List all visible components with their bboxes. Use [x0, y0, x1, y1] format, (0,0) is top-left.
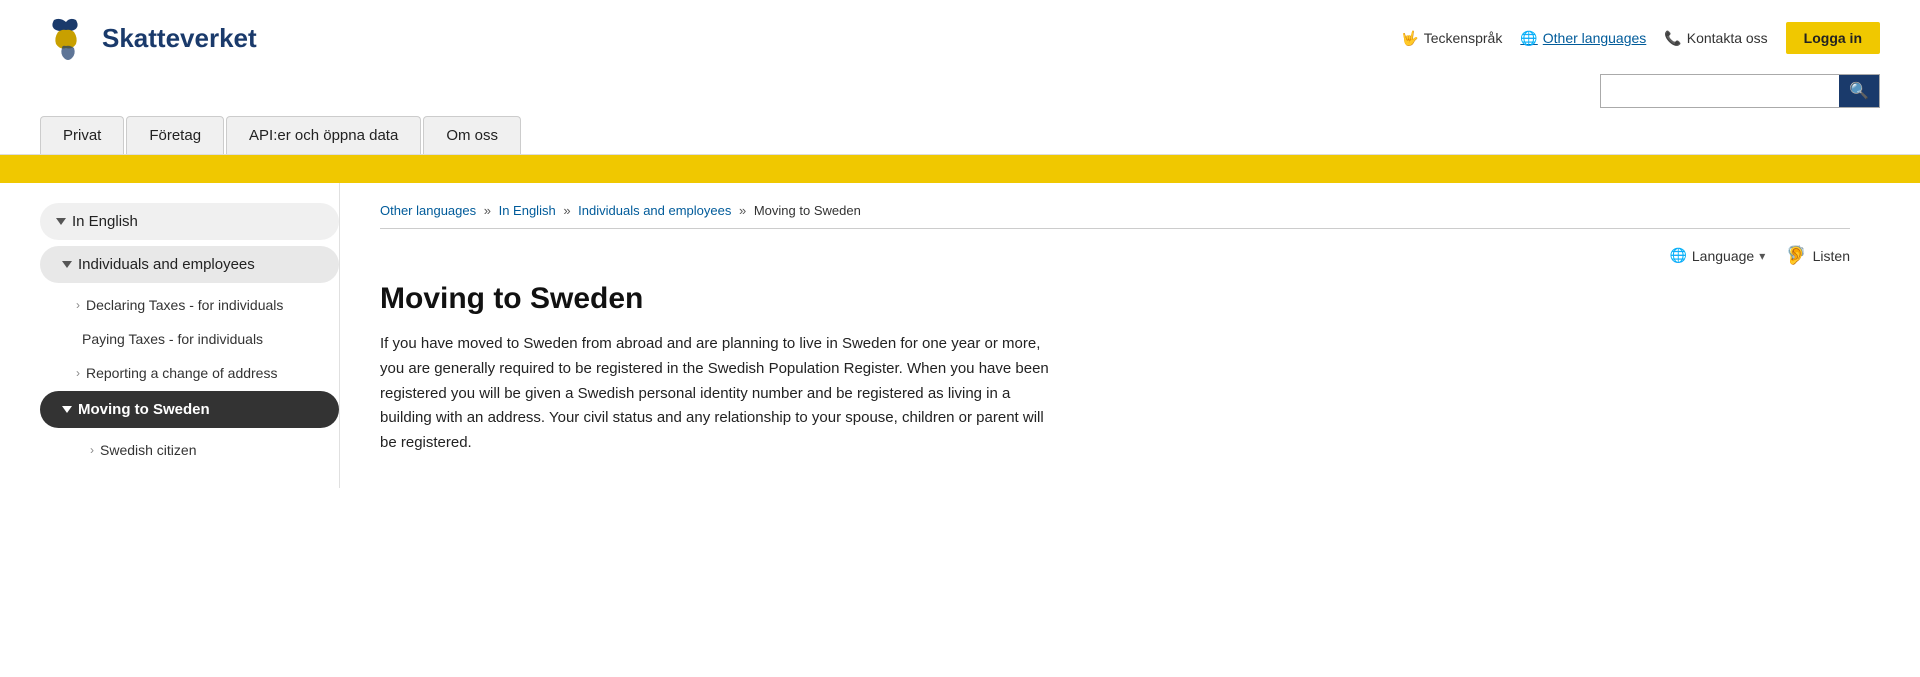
page-title: Moving to Sweden [380, 282, 1850, 316]
breadcrumb-separator: » [739, 203, 750, 218]
sidebar-subsection-label: Individuals and employees [78, 256, 255, 273]
listen-label: Listen [1813, 248, 1850, 264]
contact-label: Kontakta oss [1687, 30, 1768, 46]
sidebar-item-paying-taxes[interactable]: Paying Taxes - for individuals [40, 323, 339, 355]
nav-tab-api[interactable]: API:er och öppna data [226, 116, 421, 154]
sidebar: In English Individuals and employees › D… [40, 183, 340, 488]
other-languages-action[interactable]: 🌐 Other languages [1520, 30, 1646, 47]
search-bar: 🔍 [1600, 74, 1880, 108]
language-button[interactable]: 🌐 Language ▾ [1669, 247, 1765, 264]
yellow-banner [0, 155, 1920, 183]
header-top: Skatteverket 🤟 Teckenspråk 🌐 Other langu… [40, 12, 1880, 64]
logo-icon [40, 12, 92, 64]
globe-icon: 🌐 [1669, 247, 1686, 264]
other-languages-label: Other languages [1543, 30, 1647, 46]
globe-icon: 🌐 [1520, 30, 1537, 47]
expand-icon [56, 218, 66, 225]
nav-tab-omoss[interactable]: Om oss [423, 116, 521, 154]
nav-tab-privat[interactable]: Privat [40, 116, 124, 154]
expand-icon [62, 261, 72, 268]
chevron-right-icon: › [76, 366, 80, 380]
sidebar-item-reporting-address[interactable]: › Reporting a change of address [40, 357, 339, 389]
sidebar-item-in-english[interactable]: In English [40, 203, 339, 240]
sidebar-active-label: Moving to Sweden [78, 401, 210, 418]
sign-language-icon: 🤟 [1401, 30, 1418, 47]
listen-button[interactable]: 🦻 Listen [1785, 245, 1850, 266]
sidebar-leaf-label: Swedish citizen [100, 442, 197, 458]
breadcrumb: Other languages » In English » Individua… [380, 203, 1850, 229]
page-body: If you have moved to Sweden from abroad … [380, 332, 1060, 456]
sidebar-leaf-label: Declaring Taxes - for individuals [86, 297, 283, 313]
main-container: In English Individuals and employees › D… [0, 183, 1920, 488]
phone-icon: 📞 [1664, 30, 1681, 47]
search-input[interactable] [1601, 75, 1839, 107]
breadcrumb-current: Moving to Sweden [754, 203, 861, 218]
breadcrumb-individuals[interactable]: Individuals and employees [578, 203, 731, 218]
sign-language-action[interactable]: 🤟 Teckenspråk [1401, 30, 1502, 47]
sidebar-leaf-label: Paying Taxes - for individuals [82, 331, 263, 347]
chevron-right-icon: › [90, 443, 94, 457]
chevron-down-icon: ▾ [1759, 249, 1765, 263]
breadcrumb-separator: » [484, 203, 495, 218]
sidebar-item-swedish-citizen[interactable]: › Swedish citizen [40, 434, 339, 466]
content-tools: 🌐 Language ▾ 🦻 Listen [380, 245, 1850, 266]
breadcrumb-other-languages[interactable]: Other languages [380, 203, 476, 218]
login-button[interactable]: Logga in [1786, 22, 1880, 54]
search-bar-area: 🔍 [40, 74, 1880, 108]
header-actions: 🤟 Teckenspråk 🌐 Other languages 📞 Kontak… [1401, 22, 1880, 54]
sidebar-item-declaring-taxes[interactable]: › Declaring Taxes - for individuals [40, 289, 339, 321]
language-label: Language [1692, 248, 1754, 264]
nav-tab-foretag[interactable]: Företag [126, 116, 224, 154]
sidebar-item-individuals[interactable]: Individuals and employees [40, 246, 339, 283]
contact-action[interactable]: 📞 Kontakta oss [1664, 30, 1767, 47]
expand-icon [62, 406, 72, 413]
sign-language-label: Teckenspråk [1424, 30, 1503, 46]
search-button[interactable]: 🔍 [1839, 75, 1879, 107]
listen-icon: 🦻 [1785, 245, 1807, 266]
sidebar-section-label: In English [72, 213, 138, 230]
logo-area: Skatteverket [40, 12, 257, 64]
chevron-right-icon: › [76, 298, 80, 312]
content-area: Other languages » In English » Individua… [340, 183, 1880, 488]
logo-text: Skatteverket [102, 23, 257, 54]
breadcrumb-separator: » [563, 203, 574, 218]
sidebar-item-moving-to-sweden[interactable]: Moving to Sweden [40, 391, 339, 428]
nav-tabs: Privat Företag API:er och öppna data Om … [40, 116, 1880, 154]
breadcrumb-in-english[interactable]: In English [499, 203, 556, 218]
site-header: Skatteverket 🤟 Teckenspråk 🌐 Other langu… [0, 0, 1920, 155]
sidebar-leaf-label: Reporting a change of address [86, 365, 277, 381]
